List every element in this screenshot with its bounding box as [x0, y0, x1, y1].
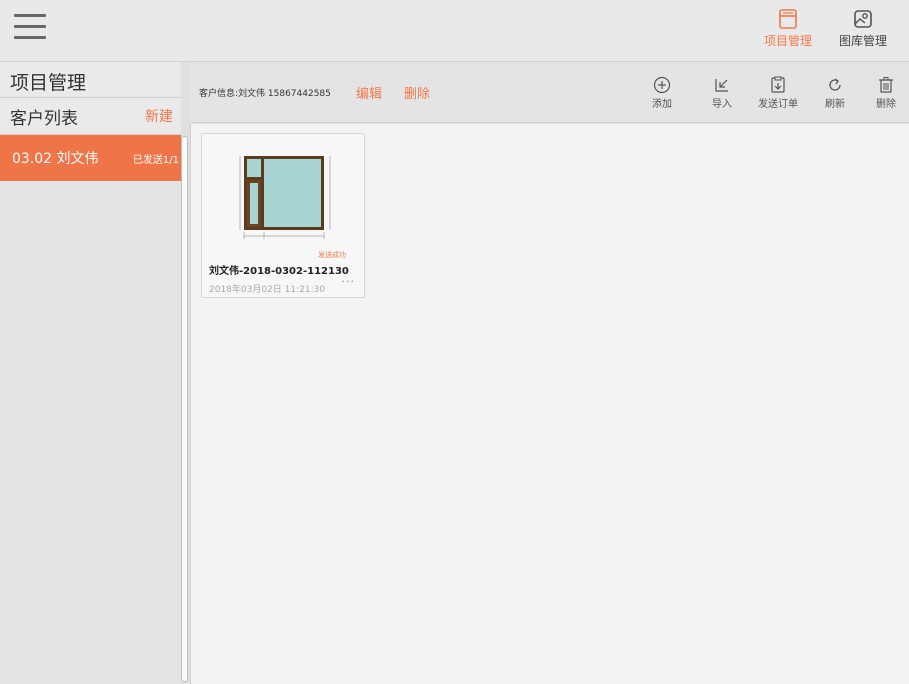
window-drawing-thumbnail	[236, 152, 336, 244]
send-order-label: 发送订单	[758, 99, 798, 110]
send-order-button[interactable]: 发送订单	[758, 76, 798, 110]
client-list-header: 客户列表 新建	[0, 98, 181, 135]
client-list-label: 客户列表	[10, 108, 78, 129]
nav-gallery-management[interactable]: 图库管理	[839, 8, 887, 49]
project-icon	[779, 9, 797, 29]
nav-gallery-label: 图库管理	[839, 34, 888, 48]
project-card[interactable]: 发送成功 刘文伟-2018-0302-112130 ... 2018年03月02…	[201, 133, 365, 298]
project-grid: 发送成功 刘文伟-2018-0302-112130 ... 2018年03月02…	[190, 124, 909, 684]
nav-project-management[interactable]: 项目管理	[764, 8, 812, 49]
import-icon	[715, 79, 728, 92]
send-order-icon	[771, 76, 785, 93]
more-options-icon[interactable]: ...	[342, 272, 356, 285]
add-label: 添加	[652, 99, 672, 110]
add-button[interactable]: 添加	[652, 76, 672, 110]
refresh-button[interactable]: 刷新	[825, 76, 845, 110]
client-info-text: 客户信息:刘文伟 15867442585	[199, 89, 331, 99]
sidebar-scrollbar[interactable]	[181, 136, 188, 682]
client-name: 03.02 刘文伟	[12, 151, 99, 167]
top-bar: 项目管理 图库管理	[0, 0, 909, 62]
delete-client-button[interactable]: 删除	[404, 83, 430, 102]
refresh-label: 刷新	[825, 99, 845, 110]
project-date: 2018年03月02日 11:21:30	[209, 285, 326, 295]
client-list-item[interactable]: 03.02 刘文伟 已发送1/1	[0, 135, 181, 181]
client-send-status: 已发送1/1	[132, 154, 179, 166]
delete-button[interactable]: 删除	[876, 76, 896, 110]
import-label: 导入	[712, 99, 732, 110]
nav-project-label: 项目管理	[764, 34, 813, 48]
delete-label: 删除	[876, 99, 896, 110]
new-client-button[interactable]: 新建	[145, 106, 173, 126]
gallery-icon	[854, 10, 872, 28]
menu-icon[interactable]	[14, 14, 48, 46]
trash-icon	[879, 77, 893, 93]
refresh-icon	[829, 78, 841, 91]
project-send-status: 发送成功	[318, 251, 346, 259]
sidebar-title: 项目管理	[0, 62, 181, 98]
edit-client-button[interactable]: 编辑	[356, 83, 382, 102]
sidebar: 项目管理 客户列表 新建 03.02 刘文伟 已发送1/1	[0, 62, 181, 684]
add-circle-icon	[653, 76, 671, 94]
project-title: 刘文伟-2018-0302-112130	[209, 266, 349, 277]
import-button[interactable]: 导入	[712, 76, 732, 110]
client-info-bar: 客户信息:刘文伟 15867442585 编辑 删除 添加 导入 发送订单 刷新…	[190, 62, 909, 123]
